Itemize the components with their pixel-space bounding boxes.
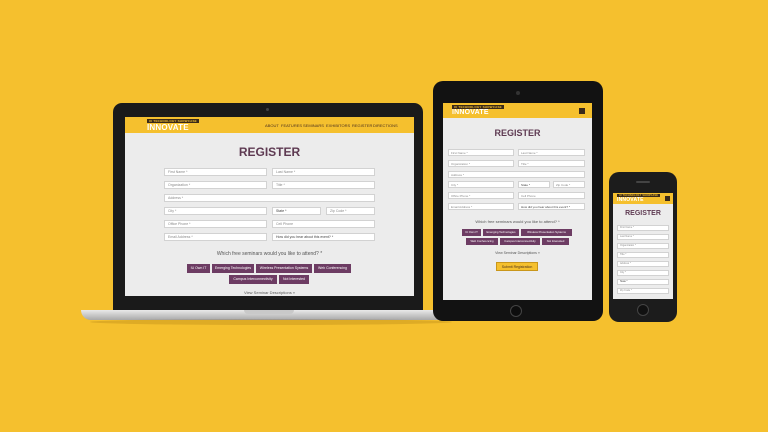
phone-brand-logo[interactable]: IU TECHNOLOGY SHOWCASE INNOVATE bbox=[617, 194, 661, 203]
address-field[interactable]: Address * bbox=[164, 194, 375, 202]
nav-exhibitors[interactable]: EXHIBITORS bbox=[326, 123, 350, 128]
tablet-seminar-iu-own-it-button[interactable]: IU Own IT bbox=[462, 229, 481, 236]
zip-code-field[interactable]: Zip Code * bbox=[326, 207, 375, 215]
seminar-web-conferencing-button[interactable]: Web Conferencing bbox=[314, 264, 351, 273]
tablet-brand-name: INNOVATE bbox=[452, 109, 489, 116]
phone-header-bar: IU TECHNOLOGY SHOWCASE INNOVATE bbox=[613, 193, 673, 204]
phone-state-select[interactable]: State * bbox=[617, 279, 669, 285]
tablet-address-field[interactable]: Address * bbox=[448, 171, 585, 178]
phone-hamburger-menu-icon[interactable] bbox=[665, 196, 670, 201]
page-title: REGISTER bbox=[238, 145, 301, 159]
tablet-submit-registration-button[interactable]: Submit Registration bbox=[496, 262, 538, 271]
city-field[interactable]: City * bbox=[164, 207, 267, 215]
brand-name: INNOVATE bbox=[147, 123, 189, 132]
seminar-descriptions-link[interactable]: View Seminar Descriptions » bbox=[125, 290, 414, 295]
tablet-seminar-question: Which free seminars would you like to at… bbox=[475, 219, 560, 224]
seminar-question: Which free seminars would you like to at… bbox=[216, 251, 323, 257]
first-name-field[interactable]: First Name * bbox=[164, 168, 267, 176]
phone-title-field[interactable]: Title * bbox=[617, 252, 669, 258]
tablet-seminar-emerging-tech-button[interactable]: Emerging Technologies bbox=[483, 229, 519, 236]
tablet-brand-logo[interactable]: IU TECHNOLOGY SHOWCASE INNOVATE bbox=[452, 105, 504, 117]
tablet-city-field[interactable]: City * bbox=[448, 181, 514, 188]
heard-about-select[interactable]: How did you hear about this event? * bbox=[272, 233, 375, 241]
cell-phone-field[interactable]: Cell Phone bbox=[272, 220, 375, 228]
laptop-camera bbox=[266, 108, 269, 111]
phone-page-title: REGISTER bbox=[625, 210, 661, 217]
nav-register[interactable]: REGISTER bbox=[352, 123, 372, 128]
nav-features[interactable]: FEATURES bbox=[281, 123, 302, 128]
seminar-wireless-button[interactable]: Wireless Presentation Systems bbox=[256, 264, 312, 273]
laptop-notch bbox=[244, 310, 294, 314]
tablet-home-button[interactable] bbox=[510, 305, 522, 317]
tablet-seminar-not-interested-button[interactable]: Not Interested bbox=[542, 238, 569, 245]
nav-about[interactable]: ABOUT bbox=[265, 123, 279, 128]
hamburger-menu-icon[interactable] bbox=[579, 108, 585, 114]
tablet-zip-code-field[interactable]: Zip Code * bbox=[553, 181, 585, 188]
phone-last-name-field[interactable]: Last Name * bbox=[617, 234, 669, 240]
tablet-camera bbox=[516, 91, 520, 95]
phone-screen: IU TECHNOLOGY SHOWCASE INNOVATE REGISTER… bbox=[613, 193, 673, 299]
tablet-seminar-wireless-button[interactable]: Wireless Presentation Systems bbox=[521, 229, 572, 236]
office-phone-field[interactable]: Office Phone * bbox=[164, 220, 267, 228]
email-field[interactable]: Email Address * bbox=[164, 233, 267, 241]
tablet-heard-about-select[interactable]: How did you hear about this event? * bbox=[518, 203, 585, 210]
phone-brand-name: INNOVATE bbox=[617, 197, 644, 203]
phone-home-button[interactable] bbox=[637, 304, 649, 316]
phone-speaker bbox=[636, 181, 650, 183]
state-select[interactable]: State * bbox=[272, 207, 321, 215]
tablet-first-name-field[interactable]: First Name * bbox=[448, 149, 514, 156]
tablet-seminar-web-conferencing-button[interactable]: Web Conferencing bbox=[466, 238, 498, 245]
brand-logo[interactable]: IU TECHNOLOGY SHOWCASE INNOVATE bbox=[147, 119, 199, 132]
tablet-office-phone-field[interactable]: Office Phone * bbox=[448, 192, 514, 199]
seminar-iu-own-it-button[interactable]: IU Own IT bbox=[187, 264, 210, 273]
nav-seminars[interactable]: SEMINARS bbox=[303, 123, 324, 128]
tablet-last-name-field[interactable]: Last Name * bbox=[518, 149, 585, 156]
header-bar: IU TECHNOLOGY SHOWCASE INNOVATE ABOUT FE… bbox=[125, 117, 414, 133]
tablet-title-field[interactable]: Title * bbox=[518, 160, 585, 167]
seminar-not-interested-button[interactable]: Not Interested bbox=[279, 275, 309, 284]
last-name-field[interactable]: Last Name * bbox=[272, 168, 375, 176]
phone-first-name-field[interactable]: First Name * bbox=[617, 225, 669, 231]
tablet-email-field[interactable]: Email Address * bbox=[448, 203, 514, 210]
organization-field[interactable]: Organization * bbox=[164, 181, 267, 189]
laptop-screen: IU TECHNOLOGY SHOWCASE INNOVATE ABOUT FE… bbox=[125, 117, 414, 296]
seminar-emerging-tech-button[interactable]: Emerging Technologies bbox=[212, 264, 254, 273]
tablet-screen: IU TECHNOLOGY SHOWCASE INNOVATE REGISTER… bbox=[443, 103, 592, 300]
nav-directions[interactable]: DIRECTIONS bbox=[373, 123, 398, 128]
tablet-header-bar: IU TECHNOLOGY SHOWCASE INNOVATE bbox=[443, 103, 592, 118]
laptop-shadow bbox=[90, 319, 452, 325]
phone-organization-field[interactable]: Organization * bbox=[617, 243, 669, 249]
phone-address-field[interactable]: Address * bbox=[617, 261, 669, 267]
tablet-state-select[interactable]: State * bbox=[518, 181, 550, 188]
phone-zip-code-field[interactable]: Zip Code * bbox=[617, 288, 669, 294]
tablet-organization-field[interactable]: Organization * bbox=[448, 160, 514, 167]
tablet-page-title: REGISTER bbox=[494, 128, 541, 138]
title-field[interactable]: Title * bbox=[272, 181, 375, 189]
tablet-cell-phone-field[interactable]: Cell Phone bbox=[518, 192, 585, 199]
phone-city-field[interactable]: City * bbox=[617, 270, 669, 276]
seminar-campus-button[interactable]: Campus Interconnectivity bbox=[229, 275, 277, 284]
tablet-seminar-campus-button[interactable]: Campus Interconnectivity bbox=[500, 238, 540, 245]
tablet-seminar-descriptions-link[interactable]: View Seminar Descriptions » bbox=[443, 251, 592, 255]
